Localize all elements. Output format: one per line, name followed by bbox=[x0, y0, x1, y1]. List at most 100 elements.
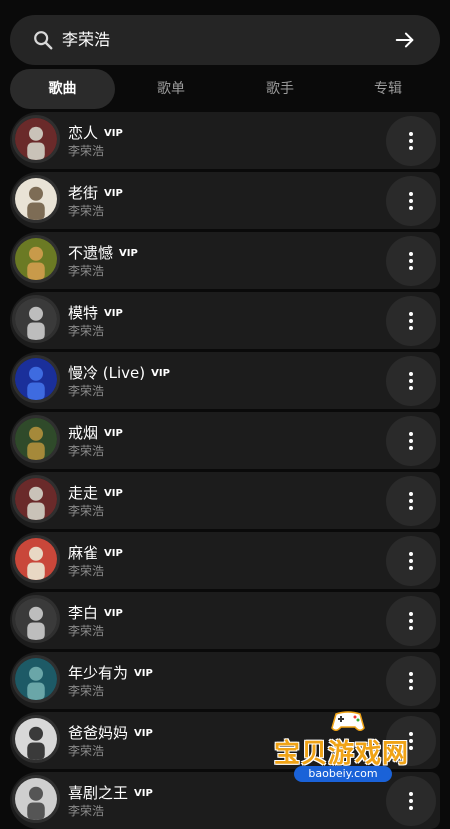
more-dot bbox=[409, 679, 413, 683]
song-title: 爸爸妈妈 bbox=[68, 724, 129, 742]
tab-3[interactable]: 专辑 bbox=[332, 69, 444, 109]
song-artist: 李荣浩 bbox=[68, 324, 105, 338]
album-art-icon bbox=[15, 358, 57, 400]
song-title: 年少有为 bbox=[68, 664, 129, 682]
album-art-icon bbox=[15, 718, 57, 760]
tab-0[interactable]: 歌曲 bbox=[10, 69, 115, 109]
song-title-line: 爸爸妈妈 VIP bbox=[68, 722, 153, 742]
more-dot bbox=[409, 252, 413, 256]
more-dot bbox=[409, 619, 413, 623]
song-title: 不遗憾 bbox=[68, 244, 114, 262]
album-art-icon bbox=[15, 778, 57, 820]
song-row[interactable]: 走走 VIP 李荣浩 bbox=[10, 472, 440, 529]
album-cover bbox=[12, 115, 60, 163]
album-art-icon bbox=[15, 238, 57, 280]
search-input[interactable]: 李荣浩 bbox=[62, 28, 110, 52]
arrow-right-icon[interactable] bbox=[394, 29, 416, 51]
more-options-button[interactable] bbox=[386, 416, 436, 466]
vip-badge: VIP bbox=[134, 788, 153, 799]
song-title: 喜剧之王 bbox=[68, 784, 129, 802]
more-dot bbox=[409, 379, 413, 383]
tab-bar: 歌曲 歌单 歌手 专辑 bbox=[10, 69, 450, 109]
tab-1[interactable]: 歌单 bbox=[115, 69, 227, 109]
more-options-button[interactable] bbox=[386, 536, 436, 586]
song-title-line: 戒烟 VIP bbox=[68, 422, 123, 442]
song-row[interactable]: 慢冷 (Live) VIP 李荣浩 bbox=[10, 352, 440, 409]
more-dot bbox=[409, 792, 413, 796]
song-title: 慢冷 (Live) bbox=[68, 364, 146, 382]
song-row[interactable]: 年少有为 VIP 李荣浩 bbox=[10, 652, 440, 709]
song-row[interactable]: 戒烟 VIP 李荣浩 bbox=[10, 412, 440, 469]
song-title-line: 李白 VIP bbox=[68, 602, 123, 622]
more-dot bbox=[409, 192, 413, 196]
more-dot bbox=[409, 319, 413, 323]
song-title-line: 麻雀 VIP bbox=[68, 542, 123, 562]
song-title: 李白 bbox=[68, 604, 99, 622]
more-dot bbox=[409, 439, 413, 443]
song-title: 走走 bbox=[68, 484, 99, 502]
song-artist: 李荣浩 bbox=[68, 804, 105, 818]
more-dot bbox=[409, 372, 413, 376]
song-row[interactable]: 麻雀 VIP 李荣浩 bbox=[10, 532, 440, 589]
vip-badge: VIP bbox=[104, 428, 123, 439]
song-artist: 李荣浩 bbox=[68, 504, 105, 518]
more-dot bbox=[409, 199, 413, 203]
watermark: 宝贝游戏网 baobeiy.com bbox=[272, 708, 422, 788]
more-dot bbox=[409, 506, 413, 510]
song-row[interactable]: 李白 VIP 李荣浩 bbox=[10, 592, 440, 649]
more-dot bbox=[409, 139, 413, 143]
more-dot bbox=[409, 806, 413, 810]
more-options-button[interactable] bbox=[386, 236, 436, 286]
search-bar[interactable]: 李荣浩 bbox=[10, 15, 440, 65]
song-row[interactable]: 恋人 VIP 李荣浩 bbox=[10, 112, 440, 169]
more-dot bbox=[409, 206, 413, 210]
album-cover bbox=[12, 715, 60, 763]
album-art-icon bbox=[15, 118, 57, 160]
vip-badge: VIP bbox=[104, 488, 123, 499]
album-cover bbox=[12, 655, 60, 703]
vip-badge: VIP bbox=[151, 368, 170, 379]
more-options-button[interactable] bbox=[386, 476, 436, 526]
song-title: 老街 bbox=[68, 184, 99, 202]
more-dot bbox=[409, 566, 413, 570]
more-dot bbox=[409, 612, 413, 616]
vip-badge: VIP bbox=[104, 128, 123, 139]
song-row[interactable]: 老街 VIP 李荣浩 bbox=[10, 172, 440, 229]
album-cover bbox=[12, 775, 60, 823]
song-title: 模特 bbox=[68, 304, 99, 322]
vip-badge: VIP bbox=[134, 668, 153, 679]
album-cover bbox=[12, 355, 60, 403]
tab-2[interactable]: 歌手 bbox=[224, 69, 336, 109]
song-artist: 李荣浩 bbox=[68, 744, 105, 758]
album-art-icon bbox=[15, 598, 57, 640]
song-title: 麻雀 bbox=[68, 544, 99, 562]
more-dot bbox=[409, 552, 413, 556]
more-options-button[interactable] bbox=[386, 176, 436, 226]
more-dot bbox=[409, 432, 413, 436]
more-options-button[interactable] bbox=[386, 596, 436, 646]
more-dot bbox=[409, 132, 413, 136]
more-options-button[interactable] bbox=[386, 116, 436, 166]
song-row[interactable]: 不遗憾 VIP 李荣浩 bbox=[10, 232, 440, 289]
watermark-url: baobeiy.com bbox=[294, 766, 392, 782]
song-artist: 李荣浩 bbox=[68, 204, 105, 218]
album-art-icon bbox=[15, 418, 57, 460]
more-dot bbox=[409, 446, 413, 450]
album-cover bbox=[12, 535, 60, 583]
vip-badge: VIP bbox=[104, 188, 123, 199]
more-options-button[interactable] bbox=[386, 296, 436, 346]
album-cover bbox=[12, 175, 60, 223]
watermark-name: 宝贝游戏网 bbox=[274, 739, 410, 769]
song-title-line: 模特 VIP bbox=[68, 302, 123, 322]
more-options-button[interactable] bbox=[386, 656, 436, 706]
more-dot bbox=[409, 326, 413, 330]
song-artist: 李荣浩 bbox=[68, 564, 105, 578]
more-dot bbox=[409, 672, 413, 676]
more-dot bbox=[409, 492, 413, 496]
more-dot bbox=[409, 312, 413, 316]
song-row[interactable]: 模特 VIP 李荣浩 bbox=[10, 292, 440, 349]
song-artist: 李荣浩 bbox=[68, 684, 105, 698]
album-art-icon bbox=[15, 478, 57, 520]
more-options-button[interactable] bbox=[386, 356, 436, 406]
album-cover bbox=[12, 235, 60, 283]
